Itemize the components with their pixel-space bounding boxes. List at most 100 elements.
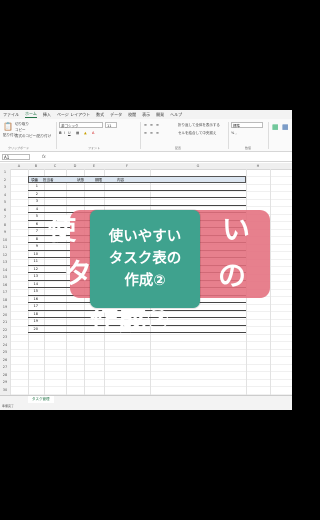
row-header[interactable]: 21	[0, 320, 10, 324]
row-header[interactable]: 28	[0, 373, 10, 377]
name-box[interactable]: A1	[2, 154, 30, 160]
row-header[interactable]: 16	[0, 283, 10, 287]
status-text: 準備完了	[2, 404, 15, 408]
align-left-icon[interactable]: ≡	[144, 131, 147, 135]
row-header[interactable]: 23	[0, 335, 10, 339]
tab-home[interactable]: ホーム	[25, 111, 37, 118]
underline-icon[interactable]: U	[68, 131, 71, 135]
ribbon-divider	[56, 122, 57, 149]
cut-button[interactable]: 切り取り	[15, 122, 29, 127]
row-number: 12	[33, 266, 38, 271]
tab-page-layout[interactable]: ページ レイアウト	[57, 112, 90, 118]
tab-view[interactable]: 表示	[142, 112, 150, 118]
align-bottom-icon[interactable]: ≡	[156, 123, 159, 127]
row-number: 9	[35, 244, 38, 248]
ribbon-divider	[268, 122, 269, 149]
format-painter-button[interactable]: 書式のコピー/貼り付け	[15, 134, 51, 139]
row-header[interactable]: 14	[0, 268, 10, 272]
row-header[interactable]: 20	[0, 313, 10, 317]
font-size-select[interactable]: 11	[105, 122, 117, 128]
badge-line-2: タスク表の	[108, 251, 182, 267]
align-middle-icon[interactable]: ≡	[150, 123, 153, 127]
badge-line-3: 作成②	[124, 273, 166, 289]
row-header[interactable]: 17	[0, 290, 10, 294]
row-header[interactable]: 13	[0, 260, 10, 264]
ribbon-divider	[228, 122, 229, 149]
row-header[interactable]: 11	[0, 245, 10, 249]
task-table-header: 項番 担当者 状態 期限 内容	[28, 176, 246, 183]
banner-char: タ	[64, 257, 93, 290]
row-header[interactable]: 25	[0, 350, 10, 354]
row-header[interactable]: 2	[0, 178, 10, 182]
grid-column-line	[270, 169, 271, 395]
border-icon[interactable]: ▦	[76, 131, 79, 135]
italic-icon[interactable]: I	[64, 131, 65, 135]
tab-file[interactable]: ファイル	[3, 112, 19, 118]
banner-char: 使	[48, 213, 77, 246]
row-header[interactable]: 1	[0, 170, 10, 174]
row-header[interactable]: 4	[0, 193, 10, 197]
fill-color-icon[interactable]: ▲	[84, 131, 87, 135]
banner-char: い	[222, 213, 251, 246]
merge-center-button[interactable]: セルを結合して中央揃え	[178, 131, 216, 136]
number-format-select[interactable]: 標準	[231, 122, 263, 128]
align-top-icon[interactable]: ≡	[144, 123, 147, 127]
wrap-text-button[interactable]: 折り返して全体を表示する	[178, 123, 220, 128]
row-number: 19	[33, 319, 38, 323]
align-center-icon[interactable]: ≡	[150, 131, 153, 135]
percent-icon[interactable]: % ,	[231, 131, 237, 135]
clipboard-group-label: クリップボード	[8, 146, 30, 150]
fx-icon[interactable]: fx	[42, 154, 46, 159]
banner-char: の	[218, 259, 247, 292]
row-header[interactable]: 30	[0, 388, 10, 392]
row-header[interactable]: 3	[0, 185, 10, 189]
row-header[interactable]: 7	[0, 215, 10, 219]
ribbon-tab-bar: ファイル ホーム 挿入 ページ レイアウト 数式 データ 校閲 表示 開発 ヘル…	[0, 110, 292, 119]
align-right-icon[interactable]: ≡	[156, 131, 159, 135]
row-number: 17	[33, 304, 38, 308]
ribbon-divider	[140, 122, 141, 149]
banner-subtitle: 作成②	[90, 303, 170, 336]
number-group-label: 数値	[245, 146, 252, 150]
row-header[interactable]: 10	[0, 238, 10, 242]
row-header[interactable]: 12	[0, 253, 10, 257]
tab-data[interactable]: データ	[110, 112, 122, 118]
table-row[interactable]: 2	[28, 191, 246, 198]
row-header[interactable]: 5	[0, 200, 10, 204]
row-header[interactable]: 9	[0, 230, 10, 234]
row-header[interactable]: 15	[0, 275, 10, 279]
tab-review[interactable]: 校閲	[128, 112, 136, 118]
table-row[interactable]: 3	[28, 198, 246, 206]
tab-insert[interactable]: 挿入	[43, 112, 51, 118]
row-number: 20	[33, 326, 38, 331]
title-badge: 使いやすい タスク表の 作成②	[90, 210, 200, 308]
row-header[interactable]: 18	[0, 298, 10, 302]
row-header[interactable]: 27	[0, 365, 10, 369]
row-header[interactable]: 29	[0, 380, 10, 384]
row-header[interactable]: 19	[0, 305, 10, 309]
row-number: 16	[33, 296, 38, 301]
font-name-select[interactable]: 游ゴシック	[59, 122, 103, 128]
tab-developer[interactable]: 開発	[156, 112, 164, 118]
conditional-format-icon[interactable]: ▦	[272, 123, 279, 131]
row-number: 4	[35, 206, 38, 211]
copy-button[interactable]: コピー	[15, 128, 26, 133]
bold-icon[interactable]: B	[59, 131, 62, 135]
row-header[interactable]: 22	[0, 328, 10, 332]
row-header[interactable]: 26	[0, 358, 10, 362]
table-format-icon[interactable]: ▦	[282, 123, 289, 131]
table-row[interactable]: 1	[28, 183, 246, 191]
paste-icon[interactable]: 📋	[3, 122, 13, 131]
badge-line-1: 使いやすい	[108, 229, 182, 245]
font-color-icon[interactable]: A	[92, 131, 94, 135]
tab-help[interactable]: ヘルプ	[170, 112, 182, 118]
status-bar: 準備完了	[0, 403, 292, 410]
row-number: 15	[33, 289, 38, 293]
row-header[interactable]: 8	[0, 223, 10, 227]
row-header[interactable]: 6	[0, 208, 10, 212]
row-number: 18	[33, 311, 38, 316]
row-header[interactable]: 24	[0, 343, 10, 347]
tab-formulas[interactable]: 数式	[96, 112, 104, 118]
font-group-label: フォント	[88, 146, 101, 150]
row-number: 5	[35, 214, 38, 218]
